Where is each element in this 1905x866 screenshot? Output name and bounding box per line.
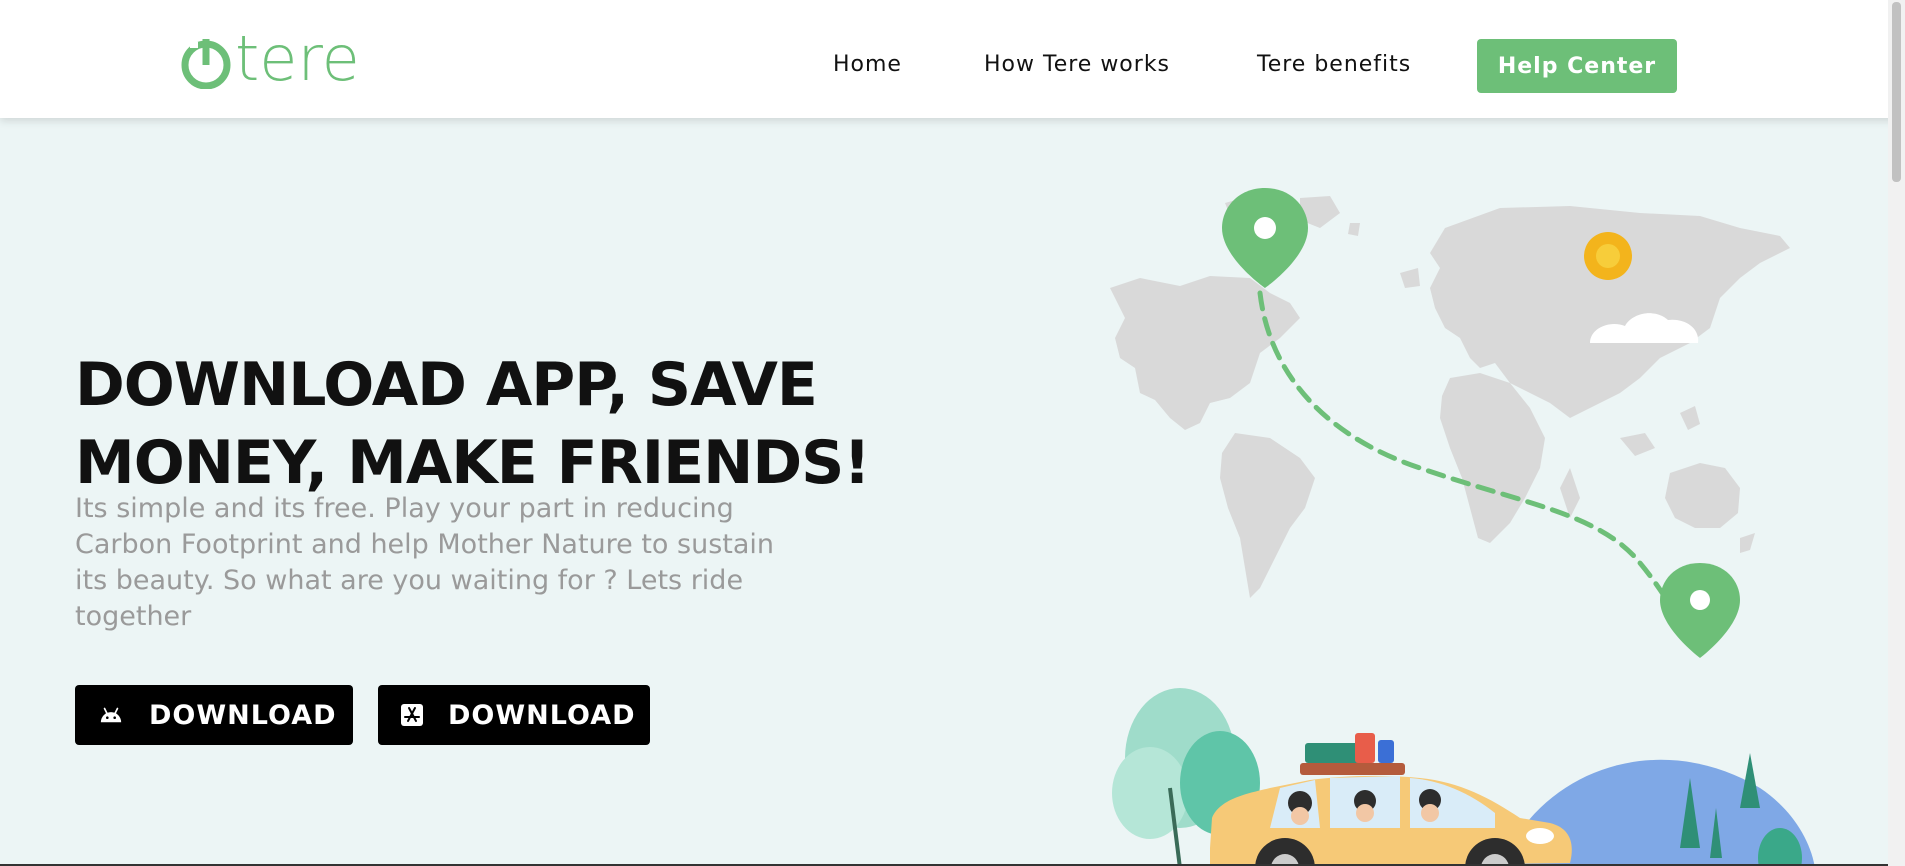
nav-home[interactable]: Home — [833, 52, 902, 77]
car-icon — [1210, 775, 1572, 866]
app-store-icon — [400, 703, 424, 727]
sun-icon — [1584, 232, 1632, 280]
nav-how-tere-works[interactable]: How Tere works — [984, 52, 1170, 77]
hero-subtext: Its simple and its free. Play your part … — [75, 493, 775, 632]
headline-line-2: MONEY, MAKE FRIENDS! — [75, 428, 871, 498]
android-download-label: DOWNLOAD — [149, 699, 337, 731]
android-download-button[interactable]: DOWNLOAD — [75, 685, 353, 745]
end-pin-icon — [1660, 563, 1740, 658]
site-header: tere Home How Tere works Tere benefits H… — [0, 0, 1905, 118]
help-center-button[interactable]: Help Center — [1477, 39, 1677, 93]
nav-tere-benefits[interactable]: Tere benefits — [1257, 52, 1411, 77]
ios-download-button[interactable]: DOWNLOAD — [378, 685, 650, 745]
scrollbar-thumb[interactable] — [1892, 2, 1901, 182]
hero-headline: DOWNLOAD APP, SAVE MONEY, MAKE FRIENDS! — [75, 346, 875, 502]
page: tere Home How Tere works Tere benefits H… — [0, 0, 1905, 866]
luggage-icon — [1300, 733, 1405, 775]
hero-section: DOWNLOAD APP, SAVE MONEY, MAKE FRIENDS! … — [0, 118, 1905, 866]
world-map — [1110, 193, 1790, 598]
vertical-scrollbar[interactable] — [1888, 0, 1905, 866]
android-icon — [99, 703, 123, 727]
travel-illustration — [1110, 188, 1815, 866]
ios-download-label: DOWNLOAD — [448, 699, 636, 731]
start-pin-icon — [1222, 188, 1308, 288]
headline-line-1: DOWNLOAD APP, SAVE — [75, 350, 818, 420]
